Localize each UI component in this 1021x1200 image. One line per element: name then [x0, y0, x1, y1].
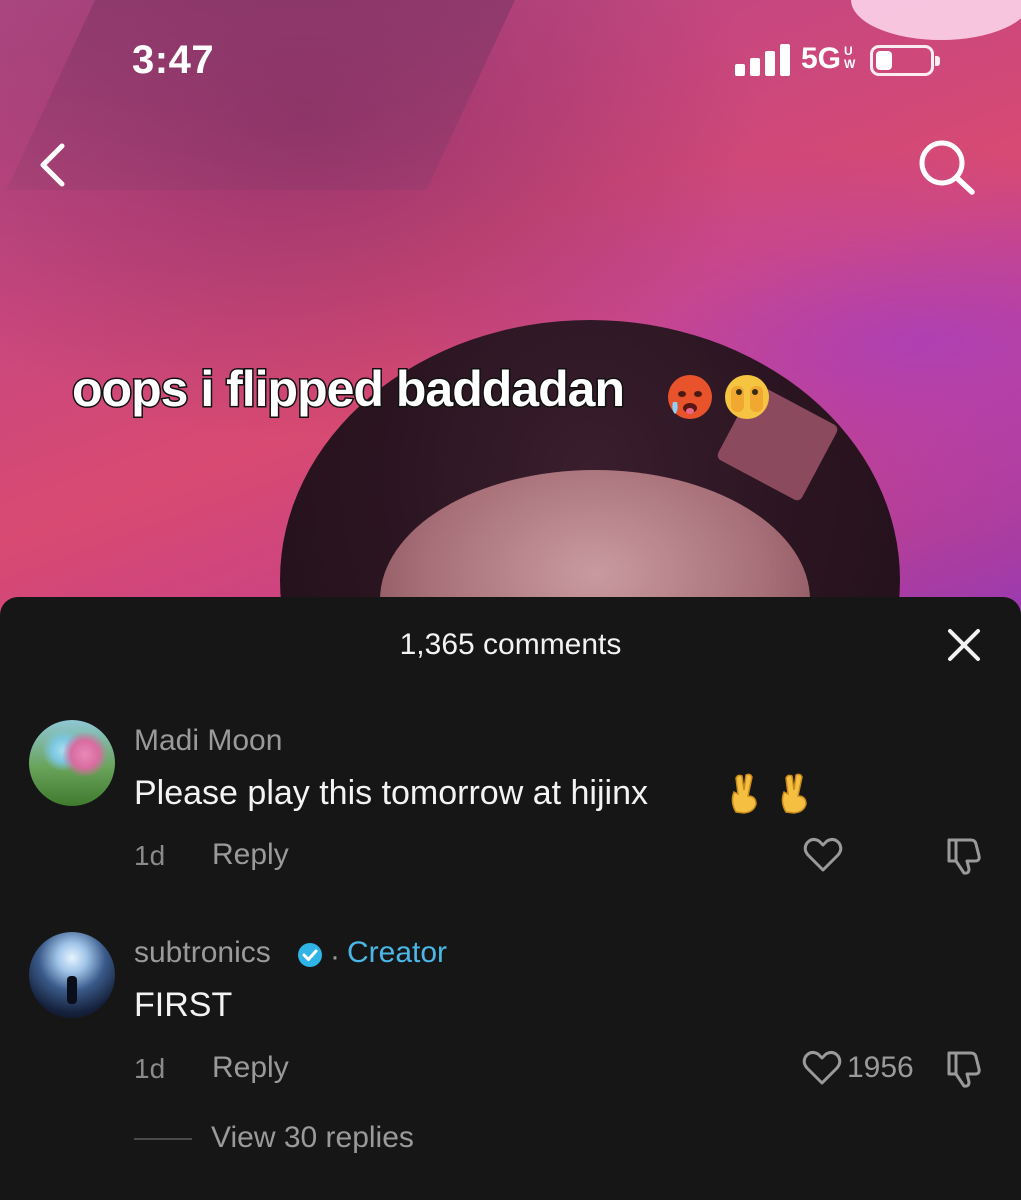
- network-type: 5G: [801, 42, 842, 75]
- chevron-left-icon: [40, 143, 65, 187]
- reply-button[interactable]: Reply: [212, 1051, 289, 1085]
- hot-face-emoji: [668, 375, 712, 419]
- avatar-figure: [67, 976, 77, 1004]
- replies-divider: [134, 1138, 192, 1140]
- avatar-madi-moon[interactable]: [29, 720, 115, 806]
- video-caption: oops i flipped baddadan: [71, 360, 627, 419]
- view-replies-button[interactable]: View 30 replies: [211, 1121, 414, 1155]
- comment-timestamp: 1d: [134, 1053, 166, 1084]
- status-time: 3:47: [132, 38, 215, 82]
- network-suffix: UW: [844, 44, 856, 71]
- comment-text: FIRST: [134, 986, 233, 1024]
- like-heart-icon[interactable]: [802, 1050, 842, 1086]
- crossed-fingers-emoji: [781, 773, 807, 814]
- close-icon: [948, 629, 980, 661]
- separator-dot: ·: [330, 940, 340, 973]
- crossed-fingers-emoji: [731, 773, 757, 814]
- comments-count-title: 1,365 comments: [399, 628, 622, 661]
- comment-text: Please play this tomorrow at hijinx: [134, 774, 649, 812]
- comment-username[interactable]: Madi Moon: [134, 724, 282, 758]
- verified-badge-icon: [298, 943, 322, 967]
- battery-nub: [935, 56, 940, 66]
- like-count: 1956: [847, 1051, 914, 1084]
- network-suffix-label: UW: [844, 44, 856, 71]
- dislike-icon[interactable]: [945, 1049, 983, 1089]
- dislike-icon[interactable]: [945, 836, 983, 876]
- search-button[interactable]: [912, 136, 980, 198]
- cellular-signal-icon: [735, 44, 791, 76]
- back-button[interactable]: [30, 140, 80, 190]
- search-icon: [919, 140, 975, 195]
- comment-timestamp: 1d: [134, 840, 166, 871]
- avatar-subtronics[interactable]: [29, 932, 115, 1018]
- reply-button[interactable]: Reply: [212, 838, 289, 872]
- like-heart-icon[interactable]: [803, 837, 843, 873]
- video-player[interactable]: [0, 0, 1021, 620]
- battery-icon: [870, 45, 940, 76]
- creator-badge: Creator: [347, 936, 448, 969]
- comment-username[interactable]: subtronics: [134, 936, 271, 970]
- battery-fill: [876, 51, 892, 70]
- face-peeking-emoji: [725, 375, 769, 419]
- comments-sheet: [0, 597, 1021, 1200]
- close-comments-button[interactable]: [944, 625, 984, 665]
